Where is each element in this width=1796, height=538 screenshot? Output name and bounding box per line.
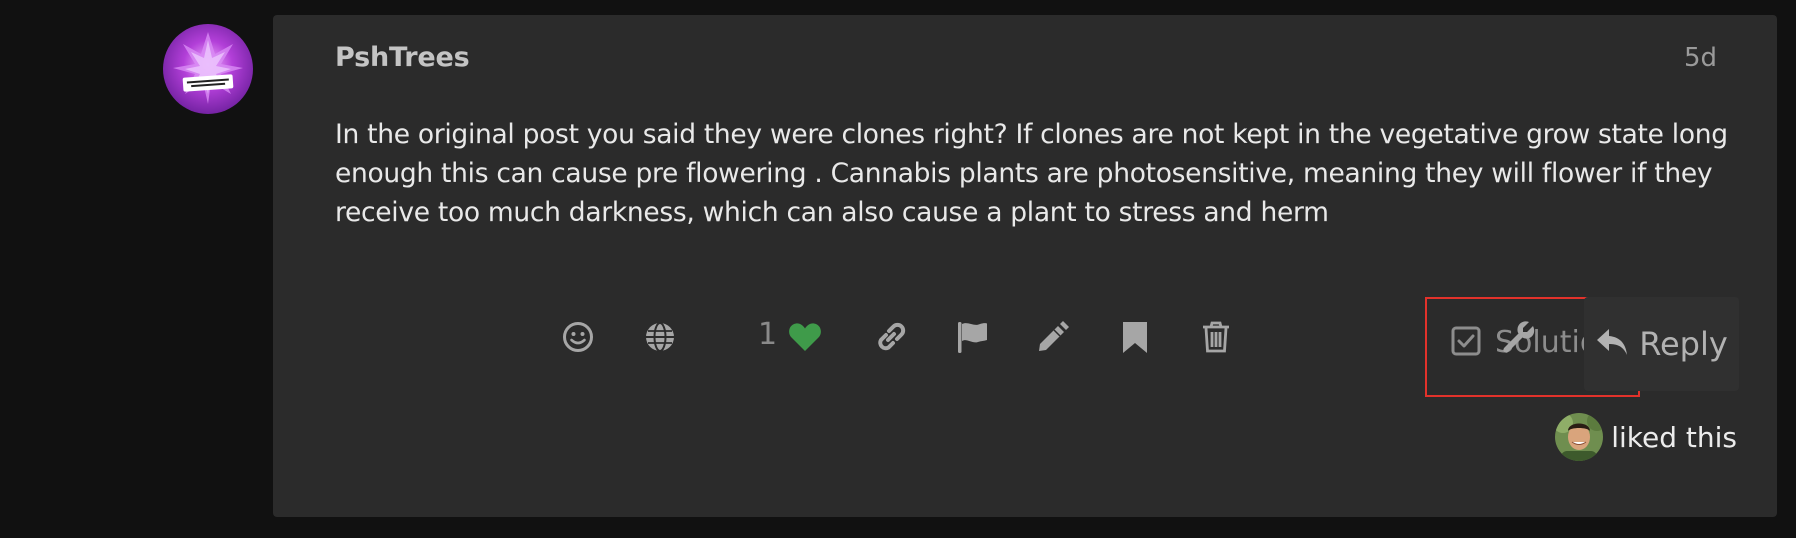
liked-by-row: liked this	[1555, 413, 1737, 461]
liked-this-label: liked this	[1611, 420, 1737, 454]
bookmark-icon	[1121, 320, 1149, 354]
like-button[interactable]	[783, 315, 827, 359]
flag-button[interactable]	[950, 315, 994, 359]
flag-icon	[955, 320, 989, 354]
heart-icon	[788, 322, 822, 352]
liker-avatar[interactable]	[1555, 413, 1604, 461]
admin-wrench-button[interactable]	[1497, 315, 1541, 359]
delete-button[interactable]	[1194, 315, 1238, 359]
translate-button[interactable]	[638, 315, 682, 359]
post-body: In the original post you said they were …	[335, 119, 1728, 228]
react-button[interactable]	[556, 315, 600, 359]
topic-page: PshTrees 5d In the original post you sai…	[0, 0, 1796, 538]
share-link-button[interactable]	[869, 315, 913, 359]
post-date[interactable]: 5d	[1684, 43, 1717, 73]
author-avatar[interactable]	[163, 24, 253, 114]
like-count[interactable]: 1	[758, 317, 777, 352]
reply-label: Reply	[1639, 325, 1728, 363]
reply-icon	[1595, 327, 1629, 361]
globe-icon	[644, 321, 676, 353]
link-icon	[874, 320, 908, 354]
wrench-icon	[1502, 320, 1536, 354]
pencil-icon	[1036, 320, 1070, 354]
smile-icon	[562, 321, 594, 353]
post-card: PshTrees 5d In the original post you sai…	[273, 15, 1777, 517]
reply-button[interactable]: Reply	[1584, 297, 1739, 391]
edit-button[interactable]	[1031, 315, 1075, 359]
trash-icon	[1201, 320, 1231, 354]
checkbox-icon	[1451, 326, 1481, 360]
post-username[interactable]: PshTrees	[335, 42, 470, 73]
bookmark-button[interactable]	[1113, 315, 1157, 359]
